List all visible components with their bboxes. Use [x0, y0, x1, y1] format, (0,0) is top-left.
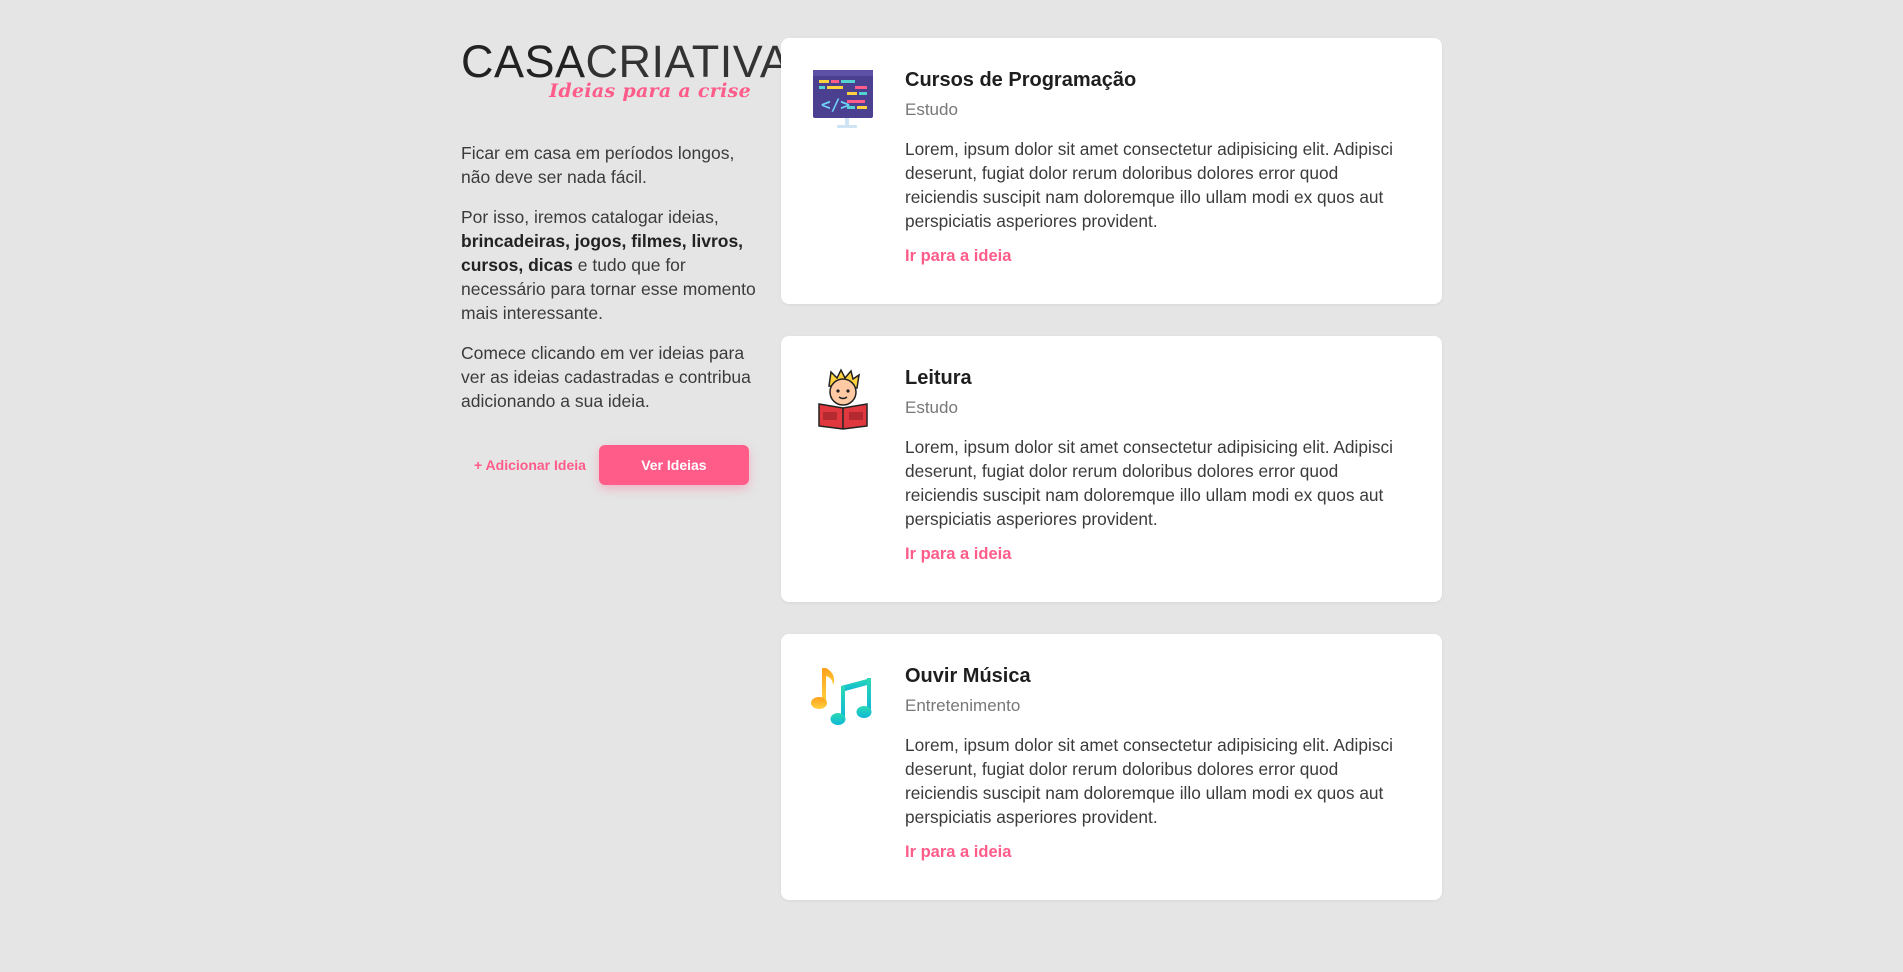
- intro-paragraph-1: Ficar em casa em períodos longos, não de…: [461, 143, 735, 187]
- idea-description: Lorem, ipsum dolor sit amet consectetur …: [905, 437, 1393, 529]
- idea-card-body: Cursos de Programação Estudo Lorem, ipsu…: [905, 68, 1405, 266]
- logo-wordmark: CASACRIATIVA: [461, 38, 790, 86]
- idea-title: Ouvir Música: [905, 665, 1031, 687]
- idea-card: Leitura Estudo Lorem, ipsum dolor sit am…: [781, 336, 1442, 602]
- idea-category: Estudo: [905, 398, 958, 417]
- music-notes-icon: [811, 664, 875, 728]
- idea-card-body: Leitura Estudo Lorem, ipsum dolor sit am…: [905, 366, 1405, 564]
- go-to-idea-link[interactable]: Ir para a ideia: [905, 247, 1011, 266]
- reading-boy-icon: [811, 366, 875, 430]
- action-buttons: + Adicionar Ideia Ver Ideias: [461, 445, 761, 485]
- logo: CASACRIATIVA Ideias para a crise: [461, 38, 790, 108]
- intro-p2-start: Por isso, iremos catalogar ideias,: [461, 207, 719, 227]
- idea-description: Lorem, ipsum dolor sit amet consectetur …: [905, 139, 1393, 231]
- intro-paragraph-3: Comece clicando em ver ideias para ver a…: [461, 343, 751, 411]
- intro-paragraph-2: Por isso, iremos catalogar ideias, brinc…: [461, 205, 761, 325]
- add-idea-button[interactable]: + Adicionar Ideia: [461, 457, 599, 473]
- intro-text: Ficar em casa em períodos longos, não de…: [461, 141, 761, 413]
- idea-category: Estudo: [905, 100, 958, 119]
- idea-category: Entretenimento: [905, 696, 1021, 715]
- idea-card: Ouvir Música Entretenimento Lorem, ipsum…: [781, 634, 1442, 900]
- idea-card-body: Ouvir Música Entretenimento Lorem, ipsum…: [905, 664, 1405, 862]
- idea-title: Leitura: [905, 367, 972, 389]
- go-to-idea-link[interactable]: Ir para a ideia: [905, 545, 1011, 564]
- sidebar: CASACRIATIVA Ideias para a crise Ficar e…: [461, 38, 790, 485]
- svg-text:</>: </>: [821, 95, 850, 114]
- go-to-idea-link[interactable]: Ir para a ideia: [905, 843, 1011, 862]
- programming-monitor-icon: </>: [811, 68, 875, 132]
- idea-card: </> Cursos de Programação Estudo Lorem, …: [781, 38, 1442, 304]
- idea-title: Cursos de Programação: [905, 69, 1137, 91]
- ideas-list: </> Cursos de Programação Estudo Lorem, …: [781, 38, 1442, 932]
- logo-tagline: Ideias para a crise: [549, 80, 751, 102]
- idea-description: Lorem, ipsum dolor sit amet consectetur …: [905, 735, 1393, 827]
- see-ideas-button[interactable]: Ver Ideias: [598, 445, 749, 485]
